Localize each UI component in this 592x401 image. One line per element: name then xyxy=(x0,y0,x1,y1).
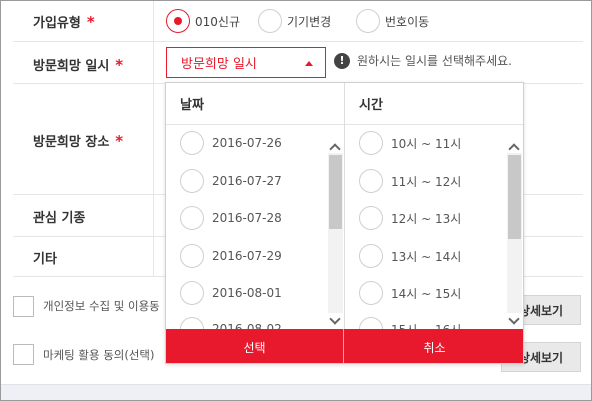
time-column: 시간 10시 ~ 11시 11시 ~ 12시 12시 ~ 13시 13시 ~ 1… xyxy=(345,83,523,329)
marketing-agree-label: 마케팅 활용 동의(선택) xyxy=(43,348,155,362)
marketing-agree-checkbox[interactable] xyxy=(13,344,34,365)
picker-footer: 선택 취소 xyxy=(166,329,523,363)
radio-label: 번호이동 xyxy=(385,14,430,29)
time-option[interactable]: 14시 ~ 15시 xyxy=(359,281,461,305)
column-divider xyxy=(153,1,154,276)
radio-circle xyxy=(258,9,282,33)
radio-label: 기기변경 xyxy=(287,14,332,29)
time-option[interactable]: 15시 ~ 16시 xyxy=(359,317,461,329)
radio-device-change[interactable]: 기기변경 xyxy=(258,9,341,33)
scroll-thumb[interactable] xyxy=(508,155,521,239)
radio-circle xyxy=(180,131,204,155)
time-column-header: 시간 xyxy=(345,83,523,125)
time-option-label: 15시 ~ 16시 xyxy=(391,321,461,330)
radio-circle xyxy=(359,131,383,155)
radio-circle xyxy=(356,9,380,33)
privacy-agree-label: 개인정보 수집 및 이용동 xyxy=(43,299,160,313)
date-option[interactable]: 2016-07-27 xyxy=(180,169,282,193)
radio-circle xyxy=(180,317,204,329)
time-option-label: 11시 ~ 12시 xyxy=(391,174,462,189)
interest-model-label: 관심 기종 xyxy=(33,211,86,226)
time-option-label: 10시 ~ 11시 xyxy=(391,136,462,151)
radio-label: 010신규 xyxy=(195,14,240,29)
date-option[interactable]: 2016-07-28 xyxy=(180,206,282,230)
visit-datetime-select[interactable]: 방문희망 일시 xyxy=(166,47,326,78)
radio-circle xyxy=(166,9,190,33)
radio-010-new[interactable]: 010신규 xyxy=(166,9,250,33)
datetime-picker-dropdown: 날짜 2016-07-26 2016-07-27 2016-07-28 2016… xyxy=(165,82,524,364)
time-option[interactable]: 13시 ~ 14시 xyxy=(359,244,461,268)
time-option-label: 13시 ~ 14시 xyxy=(391,249,462,264)
join-type-label: 가입유형 * xyxy=(33,13,95,31)
select-value: 방문희망 일시 xyxy=(181,57,257,72)
datetime-notice: ! 원하시는 일시를 선택해주세요. xyxy=(334,52,512,69)
time-scrollbar[interactable] xyxy=(507,135,522,329)
button-label: 상세보기 xyxy=(518,350,564,365)
visit-place-label: 방문희망 장소 * xyxy=(33,132,124,150)
visit-datetime-label: 방문희망 일시 * xyxy=(33,56,124,74)
date-option[interactable]: 2016-07-29 xyxy=(180,244,282,268)
row-divider xyxy=(13,41,583,42)
date-column-header: 날짜 xyxy=(166,83,344,125)
radio-circle xyxy=(180,281,204,305)
date-column: 날짜 2016-07-26 2016-07-27 2016-07-28 2016… xyxy=(166,83,344,329)
date-option-label: 2016-08-02 xyxy=(212,322,282,329)
button-label: 취소 xyxy=(423,340,446,355)
date-option-label: 2016-08-01 xyxy=(212,286,282,300)
time-option-label: 14시 ~ 15시 xyxy=(391,286,462,301)
button-label: 상세보기 xyxy=(518,303,564,318)
scroll-thumb[interactable] xyxy=(329,155,342,229)
date-option-label: 2016-07-26 xyxy=(212,136,282,150)
radio-circle xyxy=(359,317,383,329)
radio-circle xyxy=(180,244,204,268)
radio-circle xyxy=(359,281,383,305)
radio-circle xyxy=(180,206,204,230)
exclamation-icon: ! xyxy=(334,52,350,69)
radio-circle xyxy=(359,206,383,230)
etc-label: 기타 xyxy=(33,252,57,267)
notice-text: 원하시는 일시를 선택해주세요. xyxy=(357,54,512,68)
radio-circle xyxy=(359,244,383,268)
date-scrollbar[interactable] xyxy=(328,135,343,329)
date-option-label: 2016-07-27 xyxy=(212,174,282,188)
date-option-label: 2016-07-28 xyxy=(212,211,282,225)
page-footer-band xyxy=(1,384,591,400)
cancel-button[interactable]: 취소 xyxy=(344,329,523,363)
radio-number-port[interactable]: 번호이동 xyxy=(356,9,439,33)
time-option[interactable]: 11시 ~ 12시 xyxy=(359,169,461,193)
scroll-track xyxy=(507,153,522,313)
chevron-down-icon[interactable] xyxy=(508,313,520,325)
time-option[interactable]: 12시 ~ 13시 xyxy=(359,206,461,230)
radio-circle xyxy=(180,169,204,193)
time-option-label: 12시 ~ 13시 xyxy=(391,211,462,226)
date-option[interactable]: 2016-08-01 xyxy=(180,281,282,305)
caret-up-icon xyxy=(305,61,313,66)
button-label: 선택 xyxy=(243,340,266,355)
date-option[interactable]: 2016-08-02 xyxy=(180,317,282,329)
chevron-down-icon[interactable] xyxy=(329,313,341,325)
date-option[interactable]: 2016-07-26 xyxy=(180,131,282,155)
time-option[interactable]: 10시 ~ 11시 xyxy=(359,131,461,155)
signup-form-screen: 가입유형 * 010신규 기기변경 번호이동 방문희망 일시 * 방문희망 일시 !… xyxy=(0,0,592,401)
privacy-agree-checkbox[interactable] xyxy=(13,296,34,317)
date-list[interactable]: 2016-07-26 2016-07-27 2016-07-28 2016-07… xyxy=(166,125,344,329)
date-option-label: 2016-07-29 xyxy=(212,249,282,263)
time-list[interactable]: 10시 ~ 11시 11시 ~ 12시 12시 ~ 13시 13시 ~ 14시 … xyxy=(345,125,523,329)
scroll-track xyxy=(328,153,343,313)
radio-circle xyxy=(359,169,383,193)
select-button[interactable]: 선택 xyxy=(166,329,344,363)
